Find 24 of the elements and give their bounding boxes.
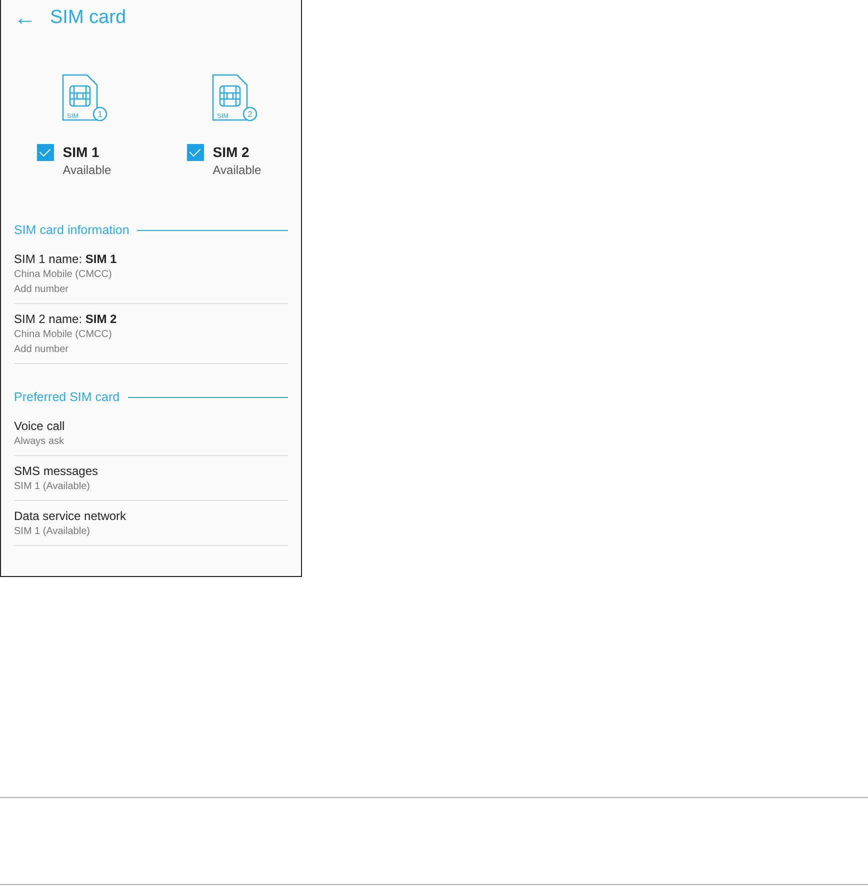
row-subtitle: SIM 1 (Available) (14, 525, 91, 539)
row-title: SIM 2 name: SIM 2 (14, 311, 118, 327)
settings-row[interactable]: SIM 1 name: SIM 1 China Mobile (CMCC) Add number (14, 251, 288, 304)
section-header: Preferred SIM card (14, 390, 120, 404)
sim-status: Available (212, 162, 262, 179)
settings-row[interactable]: Voice call Always ask (14, 418, 288, 456)
row-subtitle: China Mobile (CMCC) (14, 328, 113, 342)
settings-row[interactable]: SIM 2 name: SIM 2 China Mobile (CMCC) Add number (14, 304, 288, 364)
row-subtitle: Always ask (14, 435, 66, 449)
row-subtitle: Add number (14, 283, 70, 297)
row-subtitle: SIM 1 (Available) (14, 480, 91, 494)
settings-row[interactable]: SMS messages SIM 1 (Available) (14, 456, 288, 501)
section-header: SIM card information (14, 223, 130, 237)
settings-row[interactable]: Data service network SIM 1 (Available) (14, 501, 288, 546)
screen-title: SIM card (50, 7, 126, 29)
row-title: Data service network (14, 508, 128, 524)
row-title: SMS messages (14, 463, 100, 479)
row-title: Voice call (14, 418, 66, 434)
row-subtitle: Add number (14, 343, 70, 357)
row-subtitle: China Mobile (CMCC) (14, 268, 113, 282)
sim-status: Available (62, 162, 112, 179)
sim-name: SIM 1 (62, 143, 100, 161)
row-title: SIM 1 name: SIM 1 (14, 251, 118, 267)
sim-name: SIM 2 (212, 143, 250, 161)
